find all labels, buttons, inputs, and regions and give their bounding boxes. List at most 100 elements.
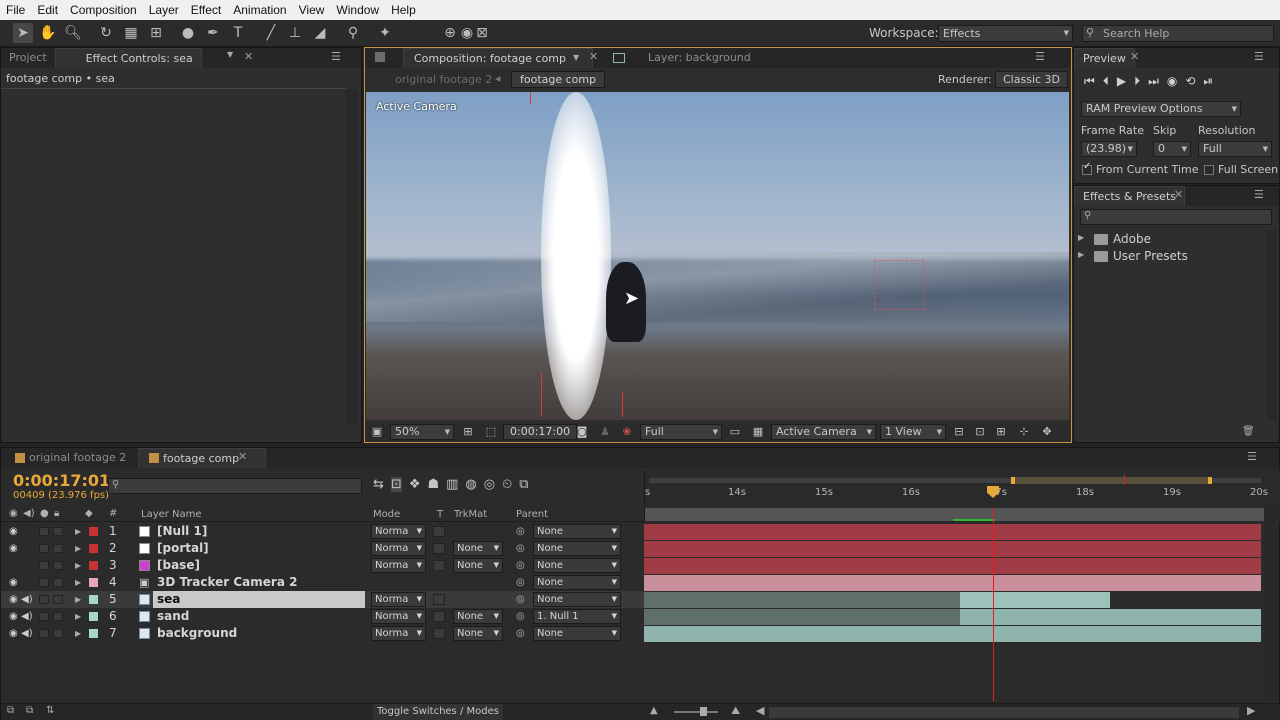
pen-tool-icon[interactable]: ✒: [203, 23, 223, 43]
subtab-original-footage[interactable]: original footage 2: [395, 73, 492, 86]
audio-speaker-icon[interactable]: ◀): [21, 625, 33, 642]
tab-project[interactable]: Project: [1, 48, 55, 68]
preview-resolution-dropdown[interactable]: Full: [1198, 141, 1272, 157]
tab-effect-controls[interactable]: Effect Controls: sea: [54, 48, 202, 68]
first-frame-icon[interactable]: ⏮: [1084, 74, 1095, 89]
lock-checkbox[interactable]: [53, 595, 63, 604]
frame-rate-dropdown[interactable]: (23.98): [1081, 141, 1137, 157]
panel-menu-icon[interactable]: ☰: [1254, 50, 1264, 63]
zoom-slider[interactable]: [674, 711, 718, 713]
preserve-transparency-checkbox[interactable]: [433, 560, 445, 571]
mode-dropdown[interactable]: Norma ▼: [371, 626, 426, 641]
fast-previews-icon[interactable]: ⊡: [972, 424, 988, 440]
solo-checkbox[interactable]: [39, 544, 49, 553]
layer-name[interactable]: [base]: [153, 557, 365, 574]
parent-dropdown[interactable]: 1. Null 1 ▼: [533, 609, 621, 624]
time-ruler[interactable]: s14s15s16s17s18s19s20s: [644, 470, 1280, 522]
brush-tool-icon[interactable]: ╱: [261, 23, 281, 43]
tab-preview[interactable]: Preview: [1074, 48, 1135, 68]
zoom-tool-icon[interactable]: 🔍︎: [63, 23, 83, 43]
safe-zones-icon[interactable]: ⊞: [460, 424, 476, 440]
exposure-reset-icon[interactable]: ✥: [1039, 424, 1055, 440]
close-icon[interactable]: ✕: [1174, 188, 1183, 201]
table-row[interactable]: ◉ ▶ 4 ▣ 3D Tracker Camera 2 ◎ None ▼: [1, 574, 644, 591]
solo-checkbox[interactable]: [39, 612, 49, 621]
hand-tool-icon[interactable]: ✋: [38, 23, 58, 43]
panel-menu-icon[interactable]: ☰: [1254, 188, 1264, 201]
mode-dropdown[interactable]: Norma ▼: [371, 609, 426, 624]
transparency-grid-icon[interactable]: ▦: [750, 424, 766, 440]
pan-behind-tool-icon[interactable]: ⊞: [146, 23, 166, 43]
label-color-swatch[interactable]: [89, 527, 98, 536]
layer-duration-bar[interactable]: [644, 609, 960, 625]
zoom-slider-handle[interactable]: [700, 707, 707, 716]
current-timecode[interactable]: 0:00:17:01: [13, 471, 110, 490]
in-out-icon[interactable]: ⇅: [46, 705, 54, 716]
table-row[interactable]: ◉ ▶ 2 [portal] Norma ▼ None ▼ ◎ None ▼: [1, 540, 644, 557]
tab-menu-chevron-icon[interactable]: ▼: [227, 50, 233, 59]
lock-checkbox[interactable]: [53, 612, 63, 621]
magnification-dropdown[interactable]: 50%: [390, 424, 454, 440]
scrollbar[interactable]: [1267, 230, 1277, 420]
preserve-transparency-checkbox[interactable]: [433, 526, 445, 537]
show-snapshot-icon[interactable]: ♟: [597, 424, 613, 440]
menu-effect[interactable]: Effect: [185, 3, 227, 17]
preserve-transparency-checkbox[interactable]: [433, 611, 445, 622]
view-layout-dropdown[interactable]: 1 View: [880, 424, 946, 440]
close-icon[interactable]: ✕: [238, 450, 247, 463]
composition-viewer[interactable]: ➤ Active Camera: [366, 92, 1069, 420]
graph-editor-icon[interactable]: ⧉: [519, 477, 528, 492]
trkmat-dropdown[interactable]: None ▼: [453, 609, 503, 624]
scroll-right-icon[interactable]: ▶: [1247, 704, 1255, 717]
resolution-dropdown[interactable]: Full: [640, 424, 722, 440]
ellipse-tool-icon[interactable]: ●: [178, 23, 198, 43]
solo-checkbox[interactable]: [39, 561, 49, 570]
label-color-swatch[interactable]: [89, 544, 98, 553]
zoom-out-icon[interactable]: ▲: [650, 705, 658, 716]
mode-dropdown[interactable]: Norma ▼: [371, 541, 426, 556]
effects-search-input[interactable]: ⚲: [1080, 209, 1272, 225]
text-tool-icon[interactable]: T: [228, 23, 248, 43]
layer-name[interactable]: 3D Tracker Camera 2: [153, 574, 365, 591]
camera-view-dropdown[interactable]: Active Camera: [771, 424, 876, 440]
rotate-tool-icon[interactable]: ↻: [96, 23, 116, 43]
parent-dropdown[interactable]: None ▼: [533, 541, 621, 556]
menu-view[interactable]: View: [293, 3, 331, 17]
preset-folder-user-presets[interactable]: ▶ User Presets: [1078, 249, 1266, 265]
table-row[interactable]: ◉ ▶ 1 [Null 1] Norma ▼ ◎ None ▼: [1, 523, 644, 540]
layer-switches-icon[interactable]: ⧉: [7, 705, 14, 716]
expand-triangle-icon[interactable]: ▶: [1078, 250, 1084, 259]
expand-triangle-icon[interactable]: ▶: [75, 540, 81, 557]
table-row[interactable]: ◉ ◀) ▶ 7 background Norma ▼ None ▼ ◎ None ▼: [1, 625, 644, 642]
live-update-icon[interactable]: ⊡: [390, 477, 402, 492]
menu-animation[interactable]: Animation: [227, 3, 292, 17]
audio-speaker-icon[interactable]: ◀): [21, 591, 33, 608]
table-row[interactable]: ◉ ◀) ▶ 6 sand Norma ▼ None ▼ ◎ 1. Null 1 ▼: [1, 608, 644, 625]
video-eye-icon[interactable]: ◉: [9, 523, 18, 540]
expand-triangle-icon[interactable]: ▶: [75, 557, 81, 574]
label-color-swatch[interactable]: [89, 629, 98, 638]
close-icon[interactable]: ✕: [1130, 50, 1139, 63]
loop-icon[interactable]: ⟲: [1185, 74, 1195, 89]
parent-dropdown[interactable]: None ▼: [533, 524, 621, 539]
play-icon[interactable]: ▶: [1117, 74, 1126, 89]
preset-folder-adobe[interactable]: ▶ Adobe: [1078, 232, 1266, 248]
expand-triangle-icon[interactable]: ▶: [1078, 233, 1084, 242]
table-row[interactable]: ▶ 3 [base] Norma ▼ None ▼ ◎ None ▼: [1, 557, 644, 574]
menu-window[interactable]: Window: [330, 3, 385, 17]
close-icon[interactable]: ✕: [589, 50, 598, 63]
label-color-swatch[interactable]: [89, 595, 98, 604]
roto-brush-tool-icon[interactable]: ⚲: [343, 23, 363, 43]
layer-duration-bar[interactable]: [644, 626, 1261, 642]
preserve-transparency-checkbox[interactable]: [433, 594, 445, 605]
lock-checkbox[interactable]: [53, 544, 63, 553]
search-help-input[interactable]: ⚲ Search Help: [1082, 25, 1274, 42]
pick-whip-icon[interactable]: ◎: [516, 523, 525, 540]
work-area-bar[interactable]: [1011, 477, 1212, 484]
lock-checkbox[interactable]: [53, 629, 63, 638]
layer-duration-bar[interactable]: [644, 558, 1261, 574]
layer-name[interactable]: background: [153, 625, 365, 642]
menu-layer[interactable]: Layer: [143, 3, 185, 17]
flowchart-icon[interactable]: ⊹: [1016, 424, 1032, 440]
label-color-swatch[interactable]: [89, 612, 98, 621]
